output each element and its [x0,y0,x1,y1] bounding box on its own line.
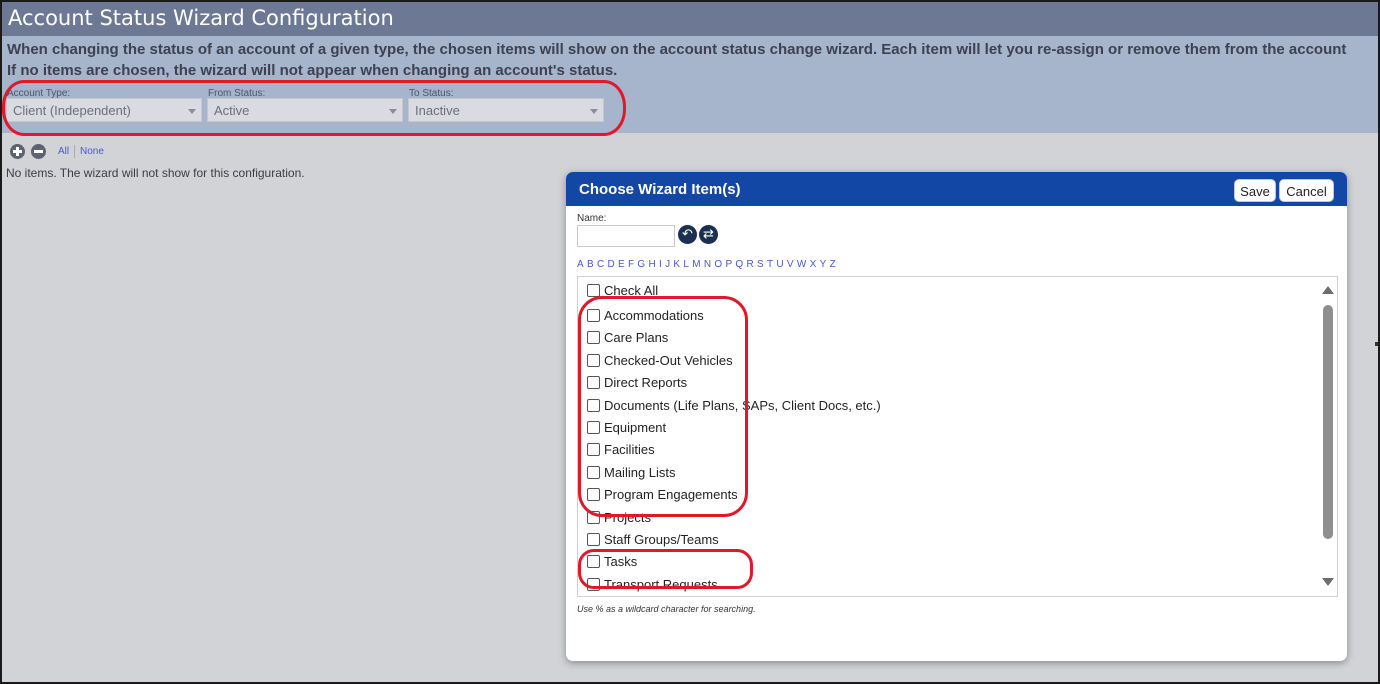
account-type-select[interactable]: Client (Independent) [6,98,202,122]
alphabet-filter: ABCDEFGHIJKLMNOPQRSTUVWXYZ [577,259,839,270]
letter-filter-i[interactable]: I [659,259,662,270]
item-checkbox[interactable] [587,488,600,502]
letter-filter-p[interactable]: P [725,259,732,270]
dialog-title: Choose Wizard Item(s) [579,181,741,198]
check-all-label: Check All [604,283,659,298]
undo-icon[interactable]: ↶ [678,225,697,244]
select-all-link[interactable]: All [58,146,69,157]
name-label: Name: [577,213,607,224]
letter-filter-q[interactable]: Q [735,259,743,270]
description-line-2: If no items are chosen, the wizard will … [7,62,618,79]
item-checkbox[interactable] [587,421,600,434]
add-icon[interactable] [10,144,25,159]
item-label: Tasks [604,554,638,570]
scroll-up-icon[interactable] [1322,286,1334,294]
letter-filter-y[interactable]: Y [820,259,827,270]
letter-filter-z[interactable]: Z [830,259,836,270]
check-all-checkbox[interactable] [587,284,600,297]
scroll-down-icon[interactable] [1322,578,1334,586]
letter-filter-j[interactable]: J [665,259,670,270]
select-none-link[interactable]: None [80,146,104,157]
save-button[interactable]: Save [1234,179,1276,202]
letter-filter-s[interactable]: S [757,259,764,270]
wizard-item-list[interactable]: Check All Accommodations Care Plans Checke… [577,276,1338,597]
letter-filter-e[interactable]: E [618,259,625,270]
dialog-header: Choose Wizard Item(s) Save Cancel [566,172,1347,206]
letter-filter-m[interactable]: M [692,259,700,270]
item-label: Accommodations [604,308,704,323]
letter-filter-o[interactable]: O [714,259,722,270]
item-label: Equipment [604,420,667,435]
letter-filter-h[interactable]: H [648,259,655,270]
item-checkbox[interactable] [587,510,600,524]
letter-filter-f[interactable]: F [628,259,634,270]
page-title: Account Status Wizard Configuration [2,2,1378,36]
item-label: Documents (Life Plans, SAPs, Client Docs… [604,397,881,413]
item-checkbox[interactable] [587,398,600,412]
edge-marker [1375,342,1378,346]
account-type-value: Client (Independent) [13,103,131,118]
letter-filter-l[interactable]: L [683,259,689,270]
search-hint: Use % as a wildcard character for search… [577,604,756,614]
item-checkbox[interactable] [587,465,600,479]
letter-filter-k[interactable]: K [673,259,680,270]
item-checkbox[interactable] [587,555,600,569]
from-status-value: Active [214,103,250,118]
description-line-1: When changing the status of an account o… [7,41,1347,58]
item-checkbox[interactable] [587,577,600,591]
item-label: Projects [604,509,651,525]
to-status-select[interactable]: Inactive [408,98,604,122]
description-panel: When changing the status of an account o… [2,36,1378,133]
item-checkbox[interactable] [587,443,600,457]
letter-filter-d[interactable]: D [607,259,614,270]
refresh-icon[interactable]: ⇄ [699,225,718,244]
letter-filter-b[interactable]: B [587,259,594,270]
letter-filter-x[interactable]: X [810,259,817,270]
item-label: Transport Requests [604,576,718,592]
item-label: Mailing Lists [604,464,676,480]
from-status-select[interactable]: Active [207,98,403,122]
letter-filter-g[interactable]: G [637,259,645,270]
empty-message: No items. The wizard will not show for t… [6,166,305,180]
item-checkbox[interactable] [587,533,600,546]
cancel-button[interactable]: Cancel [1279,179,1334,202]
chevron-down-icon [590,109,598,114]
item-checkbox[interactable] [587,331,600,345]
toolbar-divider [74,145,75,158]
letter-filter-r[interactable]: R [746,259,753,270]
chevron-down-icon [188,109,196,114]
item-label: Facilities [604,442,655,458]
item-label: Direct Reports [604,375,688,391]
letter-filter-c[interactable]: C [597,259,604,270]
to-status-value: Inactive [415,103,460,118]
letter-filter-v[interactable]: V [787,259,794,270]
letter-filter-n[interactable]: N [704,259,711,270]
letter-filter-w[interactable]: W [797,259,806,270]
remove-icon[interactable] [31,144,46,159]
scrollbar-thumb[interactable] [1323,305,1333,539]
item-label: Program Engagements [604,487,738,503]
letter-filter-t[interactable]: T [767,259,773,270]
item-checkbox[interactable] [587,376,600,390]
chevron-down-icon [389,109,397,114]
item-label: Staff Groups/Teams [604,532,719,547]
item-checkbox[interactable] [587,353,600,367]
letter-filter-u[interactable]: U [776,259,783,270]
letter-filter-a[interactable]: A [577,259,584,270]
item-label: Checked-Out Vehicles [604,352,733,368]
name-search-input[interactable] [577,225,675,247]
item-checkbox[interactable] [587,309,600,322]
item-label: Care Plans [604,330,669,346]
wizard-item-dialog: Choose Wizard Item(s) Save Cancel Name: … [566,172,1347,661]
